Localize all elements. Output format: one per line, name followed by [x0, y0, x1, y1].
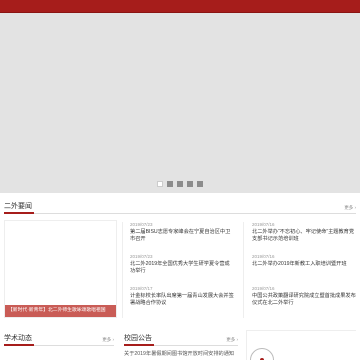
news-more-link[interactable]: 更多 › [344, 205, 356, 211]
news-section-header: 二外要闻 更多 › [4, 200, 356, 214]
news-section-title: 二外要闻 [4, 203, 34, 214]
notice-section-title: 校园公告 [124, 335, 154, 346]
news-date: 2019/07/16 [252, 222, 275, 227]
academic-section-header: 学术动态 更多 › [4, 332, 114, 346]
banner-carousel[interactable] [0, 13, 360, 193]
carousel-dot-4[interactable] [187, 181, 193, 187]
news-title[interactable]: 计金标校长率队出席第一届青山发展大会并签署战略合作协议 [130, 293, 234, 307]
news-item[interactable]: 2019/07/16 北二外举办“不忘初心、牢记使命”主题教育党支部书记示范培训… [252, 222, 356, 254]
carousel-dot-3[interactable] [177, 181, 183, 187]
news-list-left: 2019/07/23 第二届BISU志愿专家峰会在宁夏自治区中卫市召开 2019… [130, 222, 234, 318]
news-item[interactable]: 2019/07/16 中国公共政策翻译研究院成立暨首批成果发布仪式在北二外举行 [252, 286, 356, 318]
top-header-bar [0, 0, 360, 13]
carousel-dots [0, 181, 360, 187]
news-item[interactable]: 2019/07/17 计金标校长率队出席第一届青山发展大会并签署战略合作协议 [130, 286, 234, 318]
news-date: 2019/07/17 [130, 286, 153, 291]
academic-section-title: 学术动态 [4, 335, 34, 346]
notice-item-title[interactable]: 关于2019年暑假期间图书馆开放时间安排的通知 [124, 350, 238, 357]
news-date: 2019/07/23 [130, 254, 153, 259]
feature-news-caption[interactable]: 【新时代·新青年】北二外师生歌咏颂歌唱祖国 [5, 305, 116, 317]
news-title[interactable]: 第二届BISU志愿专家峰会在宁夏自治区中卫市召开 [130, 229, 234, 243]
news-item[interactable]: 2019/07/16 北二外举办2019年新教工入职培训暨开班 [252, 254, 356, 286]
column-divider [122, 222, 123, 318]
feature-news-image[interactable]: 【新时代·新青年】北二外师生歌咏颂歌唱祖国 [4, 220, 117, 318]
news-title[interactable]: 北二外举办2019年新教工入职培训暨开班 [252, 261, 356, 268]
news-date: 2019/07/23 [130, 222, 153, 227]
news-list-right: 2019/07/16 北二外举办“不忘初心、牢记使命”主题教育党支部书记示范培训… [252, 222, 356, 318]
news-item[interactable]: 2019/07/23 第二届BISU志愿专家峰会在宁夏自治区中卫市召开 [130, 222, 234, 254]
notice-more-link[interactable]: 更多 › [226, 337, 238, 343]
news-title[interactable]: 北二外举办“不忘初心、牢记使命”主题教育党支部书记示范培训班 [252, 229, 356, 243]
notice-section-header: 校园公告 更多 › [124, 332, 238, 346]
carousel-dot-5[interactable] [197, 181, 203, 187]
carousel-dot-2[interactable] [167, 181, 173, 187]
news-title[interactable]: 北二外2019年全国优秀大学生研学夏令营成功举行 [130, 261, 234, 275]
academic-more-link[interactable]: 更多 › [102, 337, 114, 343]
news-date: 2019/07/16 [252, 286, 275, 291]
news-date: 2019/07/16 [252, 254, 275, 259]
news-title[interactable]: 中国公共政策翻译研究院成立暨首批成果发布仪式在北二外举行 [252, 293, 356, 307]
column-divider [243, 222, 244, 318]
carousel-dot-1[interactable] [157, 181, 163, 187]
news-item[interactable]: 2019/07/23 北二外2019年全国优秀大学生研学夏令营成功举行 [130, 254, 234, 286]
